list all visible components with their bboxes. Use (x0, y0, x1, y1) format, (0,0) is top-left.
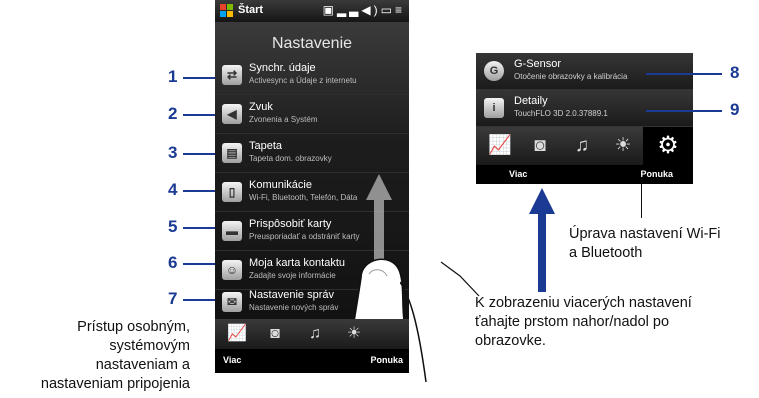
tab-stocks-icon[interactable]: 📈 (480, 127, 520, 165)
caption-swipe-hint: K zobrazeniu viacerých nastavení ťahajte… (475, 294, 759, 351)
tab-weather-icon[interactable]: ☀ (603, 127, 643, 165)
gsensor-icon: G (484, 61, 504, 81)
status-bar: Štart ▣▂▃◀)▭≡ (215, 0, 409, 22)
sync-icon: ⇄ (222, 65, 242, 85)
settings-item-subtitle: Preusporiadať a odstrániť karty (249, 232, 360, 241)
volume-icon: ◀) (361, 3, 381, 17)
callout-line (183, 299, 215, 301)
menu-icon[interactable]: ≡ (395, 3, 405, 17)
settings-item-title: Nastavenie správ (249, 289, 334, 301)
callout-line (183, 114, 215, 116)
caption-line: ťahajte prstom nahor/nadol po (475, 314, 670, 330)
tab-weather-icon[interactable]: ☀ (342, 322, 366, 346)
tabs-icon: ▬ (222, 221, 242, 241)
caption-line: K zobrazeniu viacerých nastavení (475, 295, 692, 311)
signal-icon: ▂▃ (336, 3, 362, 17)
callout-line (183, 153, 215, 155)
settings-item-title: G-Sensor (514, 58, 562, 70)
settings-item-title: Tapeta (249, 140, 283, 152)
battery-icon: ▭ (380, 3, 395, 17)
status-icons: ▣▂▃◀)▭≡ (323, 3, 405, 17)
callout-number: 8 (730, 63, 740, 82)
callout-number: 2 (168, 104, 178, 123)
caption-line: nastaveniam a (95, 357, 190, 373)
tab-camera-icon[interactable]: ◙ (263, 322, 287, 346)
connection-icon: ▣ (322, 3, 337, 17)
message-icon: ✉ (222, 292, 242, 312)
softkey-more[interactable]: Viac (509, 169, 527, 179)
phone-icon: ▯ (222, 182, 242, 202)
settings-item-sync[interactable]: ⇄ Synchr. údaje Activesync a Údaje z int… (215, 57, 409, 95)
settings-item-wallpaper[interactable]: ▤ Tapeta Tapeta dom. obrazovky (215, 135, 409, 173)
caption-wifi-bluetooth: Úprava nastavení Wi-Fi a Bluetooth (569, 225, 759, 263)
callout-number: 1 (168, 67, 178, 86)
settings-item-title: Komunikácie (249, 179, 312, 191)
tab-music-icon[interactable]: ♫ (303, 322, 327, 346)
callout-line (183, 227, 215, 229)
tab-settings-gear-icon[interactable]: ⚙ (643, 127, 693, 165)
caption-access-settings: Prístup osobným, systémovým nastaveniam … (0, 318, 190, 394)
callout-number: 4 (168, 180, 178, 199)
caption-line: obrazovke. (475, 333, 546, 349)
start-label[interactable]: Štart (238, 4, 263, 16)
callout-line (183, 190, 215, 192)
page-title: Nastavenie (271, 35, 353, 52)
swipe-up-arrow-icon (529, 188, 555, 292)
tab-camera-icon[interactable]: ◙ (520, 127, 560, 165)
callout-line (646, 110, 722, 112)
caption-line: a Bluetooth (569, 245, 643, 261)
caption-line: nastaveniam pripojenia (40, 376, 190, 392)
tab-bar: 📈 ◙ ♫ ☀ ⚙ (476, 127, 693, 165)
settings-item-title: Zvuk (249, 101, 273, 113)
settings-item-title: Synchr. údaje (249, 62, 316, 74)
softkey-menu[interactable]: Ponuka (640, 169, 673, 179)
caption-line: Prístup osobným, (77, 319, 190, 335)
caption-line: Úprava nastavení Wi-Fi (569, 226, 721, 242)
wifi-pointer-line (641, 184, 642, 218)
callout-number: 3 (168, 143, 178, 162)
settings-item-subtitle: Zadajte svoje informácie (249, 271, 336, 280)
callout-line (646, 73, 722, 75)
callout-line (183, 77, 215, 79)
callout-number: 5 (168, 217, 178, 236)
settings-item-details[interactable]: i Detaily TouchFLO 3D 2.0.37889.1 (476, 90, 693, 127)
tab-bar: 📈 ◙ ♫ ☀ (215, 319, 409, 349)
left-phone-screen: Štart ▣▂▃◀)▭≡ Nastavenie ⇄ Synchr. údaje… (215, 0, 409, 373)
settings-item-subtitle: Otočenie obrazovky a kalibrácia (514, 72, 628, 81)
settings-item-subtitle: TouchFLO 3D 2.0.37889.1 (514, 109, 608, 118)
settings-item-subtitle: Nastavenie nových správ (249, 303, 339, 312)
settings-item-title: Moja karta kontaktu (249, 257, 345, 269)
settings-item-sound[interactable]: ◀ Zvuk Zvonenia a Systém (215, 96, 409, 134)
settings-item-subtitle: Activesync a Údaje z internetu (249, 76, 357, 85)
callout-line (183, 263, 215, 265)
finger-overlay-icon (400, 281, 427, 382)
windows-logo-icon[interactable] (220, 4, 234, 18)
softkey-more[interactable]: Viac (223, 355, 241, 365)
settings-item-title: Detaily (514, 95, 548, 107)
settings-item-gsensor[interactable]: G G-Sensor Otočenie obrazovky a kalibrác… (476, 53, 693, 90)
caption-line: systémovým (109, 338, 190, 354)
wallpaper-icon: ▤ (222, 143, 242, 163)
softkey-bar: Viac Ponuka (476, 165, 693, 184)
settings-item-subtitle: Tapeta dom. obrazovky (249, 154, 332, 163)
softkey-bar: Viac Ponuka (215, 349, 409, 373)
callout-number: 7 (168, 289, 178, 308)
tab-stocks-icon[interactable]: 📈 (225, 322, 249, 346)
settings-item-subtitle: Wi-Fi, Bluetooth, Telefón, Dáta (249, 193, 358, 202)
tab-music-icon[interactable]: ♫ (562, 127, 602, 165)
callout-number: 9 (730, 100, 740, 119)
settings-item-subtitle: Zvonenia a Systém (249, 115, 318, 124)
settings-item-title: Prispôsobiť karty (249, 218, 332, 230)
contact-card-icon: ☺ (222, 260, 242, 280)
softkey-menu[interactable]: Ponuka (370, 355, 403, 365)
details-icon: i (484, 98, 504, 118)
callout-number: 6 (168, 253, 178, 272)
speaker-icon: ◀ (222, 104, 242, 124)
